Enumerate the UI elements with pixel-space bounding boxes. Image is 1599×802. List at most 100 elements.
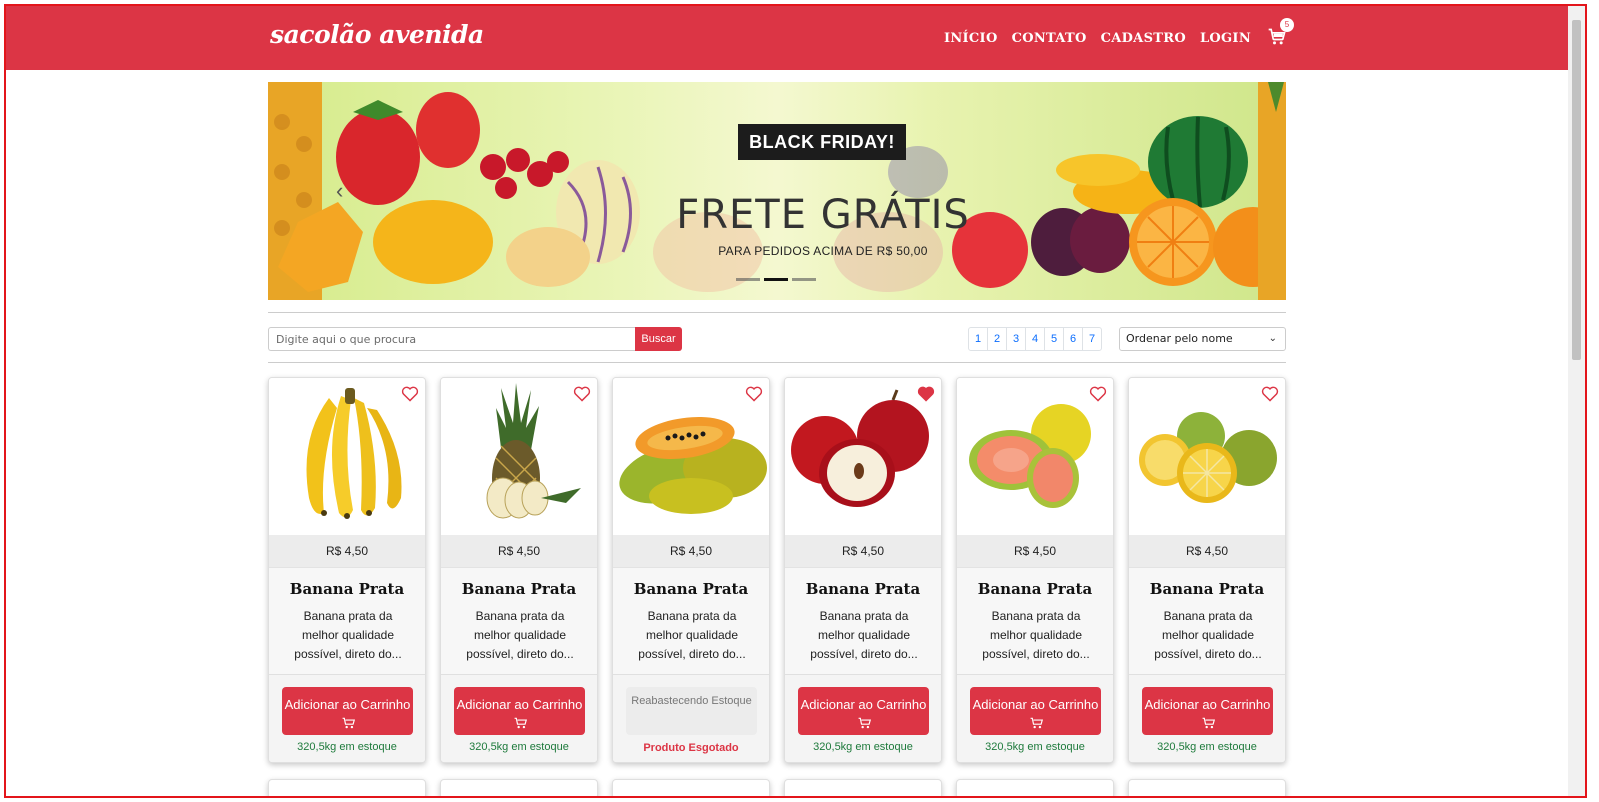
add-to-cart-button[interactable]: Adicionar ao Carrinho — [970, 687, 1101, 735]
page-link-3[interactable]: 3 — [1006, 327, 1026, 351]
divider-bottom — [268, 362, 1286, 363]
search-input[interactable] — [268, 327, 635, 351]
nav-link-inicio[interactable]: INÍCIO — [944, 31, 998, 46]
add-to-cart-label: Adicionar ao Carrinho — [800, 696, 927, 712]
product-price: R$ 4,50 — [785, 535, 941, 567]
product-price: R$ 4,50 — [269, 535, 425, 567]
carousel-indicators — [736, 278, 816, 281]
page-link-7[interactable]: 7 — [1082, 327, 1102, 351]
product-card: R$ 4,50 Banana Prata Banana prata da mel… — [268, 377, 426, 763]
product-description: Banana prata da melhor qualidade possíve… — [982, 609, 1090, 661]
sort-selected-label: Ordenar pelo nome — [1126, 332, 1233, 345]
product-card-next-row — [956, 779, 1114, 796]
banner-headline: FRETE GRÁTIS — [676, 192, 970, 238]
heart-outline-icon[interactable] — [1089, 386, 1107, 402]
divider-top — [268, 312, 1286, 313]
product-card-next-row — [1128, 779, 1286, 796]
cart-icon — [514, 717, 527, 728]
scrollbar-thumb[interactable] — [1572, 20, 1581, 360]
product-body: Banana Prata Banana prata da melhor qual… — [785, 567, 941, 674]
sold-out-label: Produto Esgotado — [643, 742, 739, 754]
sort-select[interactable]: Ordenar pelo nome ⌄ — [1119, 327, 1286, 351]
product-card: R$ 4,50 Banana Prata Banana prata da mel… — [956, 377, 1114, 763]
product-footer: Adicionar ao Carrinho 320,5kg em estoque — [1129, 674, 1285, 762]
product-body: Banana Prata Banana prata da melhor qual… — [441, 567, 597, 674]
heart-outline-icon[interactable] — [401, 386, 419, 402]
product-image[interactable] — [269, 378, 425, 535]
product-title[interactable]: Banana Prata — [1129, 580, 1285, 598]
cart-count-badge: 5 — [1280, 18, 1294, 32]
product-description: Banana prata da melhor qualidade possíve… — [1154, 609, 1262, 661]
product-footer: Reabastecendo Estoque Produto Esgotado — [613, 674, 769, 762]
carousel-indicator-2[interactable] — [764, 278, 788, 281]
nav-link-cadastro[interactable]: CADASTRO — [1101, 31, 1186, 46]
product-body: Banana Prata Banana prata da melhor qual… — [1129, 567, 1285, 674]
stock-text: 320,5kg em estoque — [469, 741, 569, 753]
cart-icon — [342, 717, 355, 728]
product-body: Banana Prata Banana prata da melhor qual… — [957, 567, 1113, 674]
product-body: Banana Prata Banana prata da melhor qual… — [613, 567, 769, 674]
add-to-cart-label: Adicionar ao Carrinho — [1144, 696, 1271, 712]
nav-links: INÍCIO CONTATO CADASTRO LOGIN 5 — [944, 6, 1294, 70]
product-title[interactable]: Banana Prata — [785, 580, 941, 598]
page-frame: sacolão avenida INÍCIO CONTATO CADASTRO … — [4, 4, 1587, 798]
product-image[interactable] — [957, 378, 1113, 535]
cart-icon — [858, 717, 871, 728]
add-to-cart-button[interactable]: Adicionar ao Carrinho — [1142, 687, 1273, 735]
cart-icon — [1202, 717, 1215, 728]
chevron-down-icon: ⌄ — [1268, 333, 1277, 344]
product-description: Banana prata da melhor qualidade possíve… — [810, 609, 918, 661]
add-to-cart-label: Adicionar ao Carrinho — [284, 696, 411, 712]
search-button[interactable]: Buscar — [635, 327, 682, 351]
page-link-1[interactable]: 1 — [968, 327, 988, 351]
product-card: R$ 4,50 Banana Prata Banana prata da mel… — [612, 377, 770, 763]
product-price: R$ 4,50 — [613, 535, 769, 567]
carousel-prev-icon[interactable]: ‹ — [336, 178, 343, 204]
carousel-indicator-3[interactable] — [792, 278, 816, 281]
carousel-indicator-1[interactable] — [736, 278, 760, 281]
banner-fruit-art — [268, 82, 1286, 300]
nav-link-login[interactable]: LOGIN — [1200, 31, 1251, 46]
product-body: Banana Prata Banana prata da melhor qual… — [269, 567, 425, 674]
product-title[interactable]: Banana Prata — [269, 580, 425, 598]
product-card-next-row — [440, 779, 598, 796]
stock-text: 320,5kg em estoque — [985, 741, 1085, 753]
product-image[interactable] — [613, 378, 769, 535]
page-link-6[interactable]: 6 — [1063, 327, 1083, 351]
add-to-cart-button[interactable]: Adicionar ao Carrinho — [454, 687, 585, 735]
heart-filled-icon[interactable] — [917, 386, 935, 402]
stock-text: 320,5kg em estoque — [813, 741, 913, 753]
nav-link-contato[interactable]: CONTATO — [1012, 31, 1087, 46]
stock-text: 320,5kg em estoque — [297, 741, 397, 753]
brand-logo[interactable]: sacolão avenida — [270, 20, 484, 49]
heart-outline-icon[interactable] — [573, 386, 591, 402]
product-footer: Adicionar ao Carrinho 320,5kg em estoque — [441, 674, 597, 762]
product-card-next-row — [784, 779, 942, 796]
cart-button[interactable]: 5 — [1267, 18, 1294, 49]
product-footer: Adicionar ao Carrinho 320,5kg em estoque — [269, 674, 425, 762]
heart-outline-icon[interactable] — [1261, 386, 1279, 402]
product-image[interactable] — [441, 378, 597, 535]
product-description: Banana prata da melhor qualidade possíve… — [294, 609, 402, 661]
product-card: R$ 4,50 Banana Prata Banana prata da mel… — [1128, 377, 1286, 763]
product-image[interactable] — [1129, 378, 1285, 535]
product-title[interactable]: Banana Prata — [957, 580, 1113, 598]
vertical-scrollbar[interactable] — [1568, 6, 1585, 796]
product-card: R$ 4,50 Banana Prata Banana prata da mel… — [440, 377, 598, 763]
product-card-next-row — [268, 779, 426, 796]
product-title[interactable]: Banana Prata — [613, 580, 769, 598]
page-link-5[interactable]: 5 — [1044, 327, 1064, 351]
product-card: R$ 4,50 Banana Prata Banana prata da mel… — [784, 377, 942, 763]
search-bar: Buscar — [268, 327, 682, 351]
promo-carousel[interactable]: ‹ BLACK FRIDAY! FRETE GRÁTIS PARA PEDIDO… — [268, 82, 1286, 300]
product-image[interactable] — [785, 378, 941, 535]
add-to-cart-button[interactable]: Adicionar ao Carrinho — [798, 687, 929, 735]
page-link-2[interactable]: 2 — [987, 327, 1007, 351]
heart-outline-icon[interactable] — [745, 386, 763, 402]
product-title[interactable]: Banana Prata — [441, 580, 597, 598]
add-to-cart-button[interactable]: Adicionar ao Carrinho — [282, 687, 413, 735]
product-description: Banana prata da melhor qualidade possíve… — [638, 609, 746, 661]
stock-text: 320,5kg em estoque — [1157, 741, 1257, 753]
page-link-4[interactable]: 4 — [1025, 327, 1045, 351]
add-to-cart-label: Adicionar ao Carrinho — [456, 696, 583, 712]
